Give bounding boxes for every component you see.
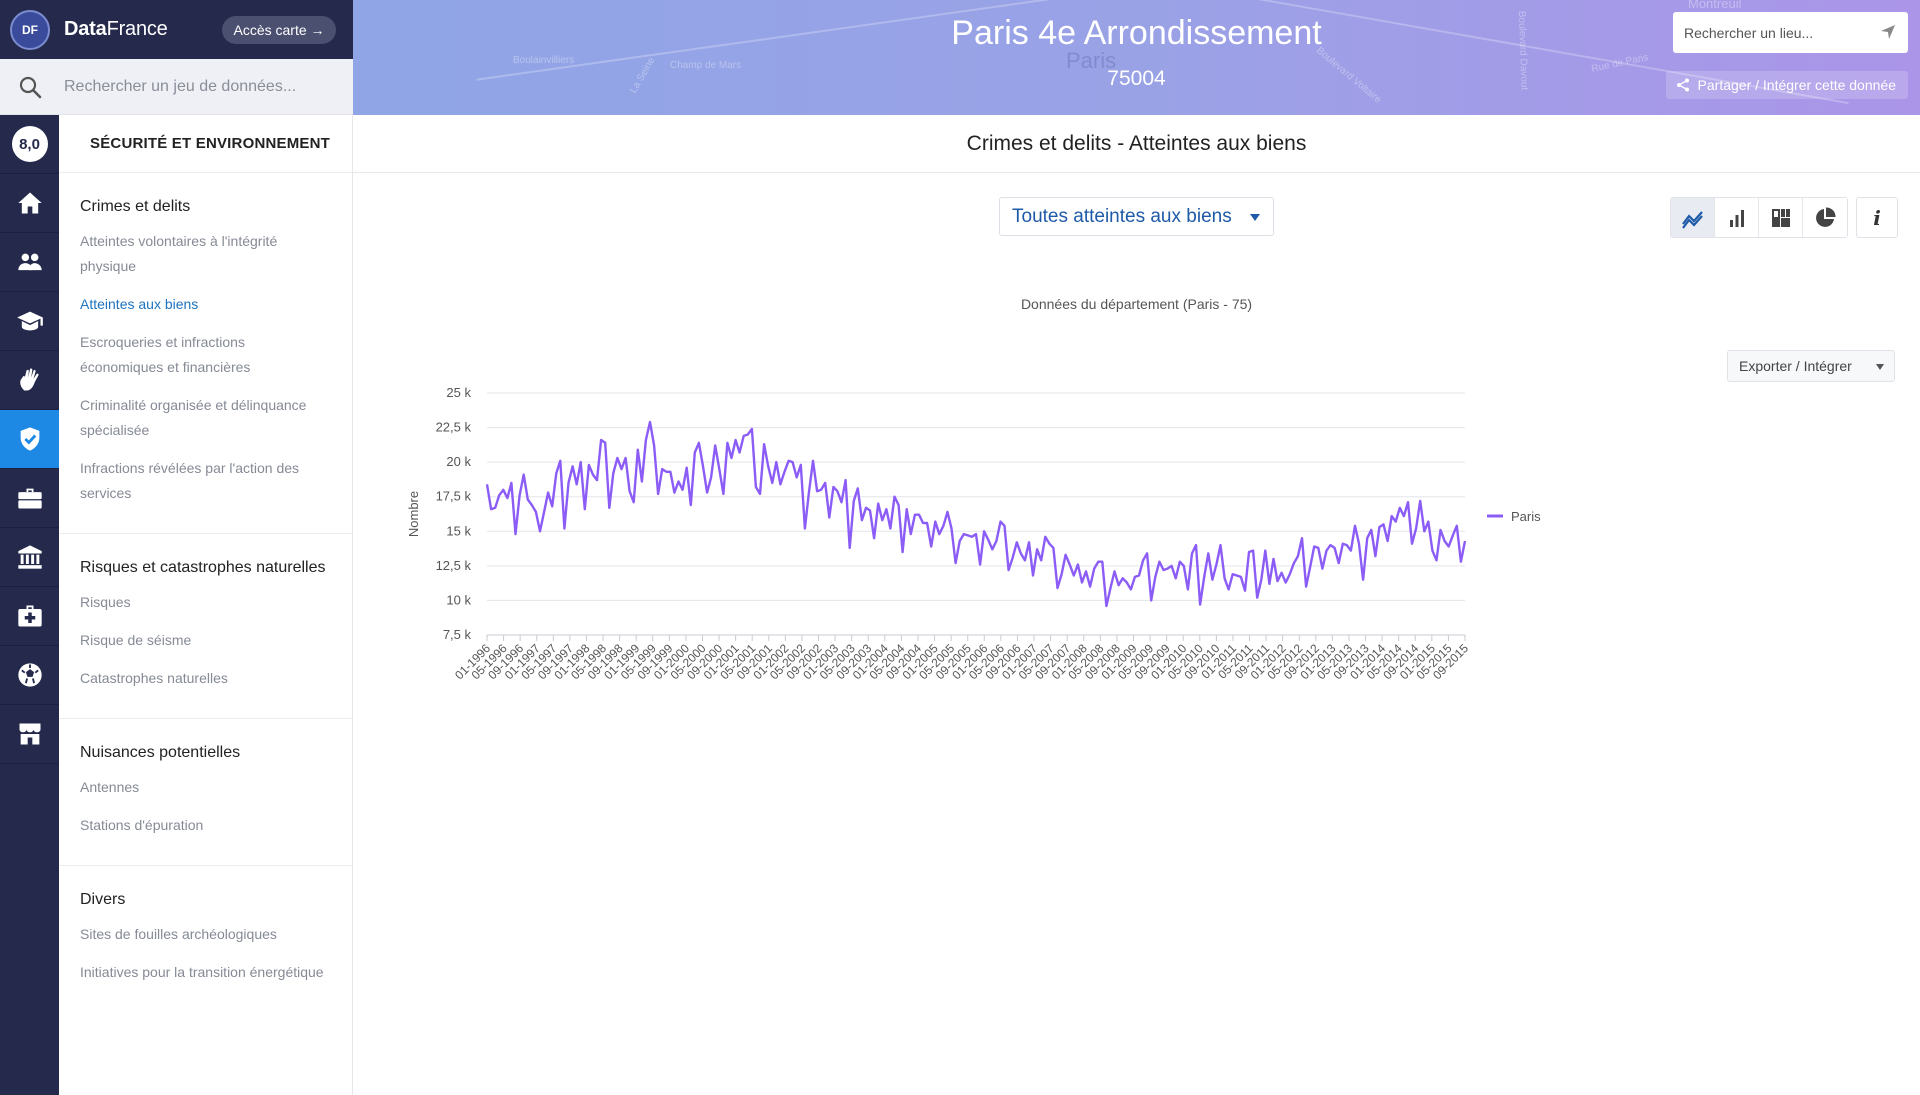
nav-item-fouilles[interactable]: Sites de fouilles archéologiques: [80, 922, 352, 947]
nav-item-risques[interactable]: Risques: [80, 590, 352, 615]
y-tick-label: 10 k: [446, 592, 471, 607]
brand-name[interactable]: DataFrance: [64, 18, 168, 41]
brand-name-rest: France: [106, 18, 168, 40]
app-root: DF DataFrance Accès carte → Rechercher u…: [0, 0, 1920, 1095]
home-icon: [17, 192, 42, 214]
nav-item-risque-seisme[interactable]: Risque de séisme: [80, 628, 352, 653]
rail-item-economy[interactable]: [0, 469, 59, 528]
rail-item-population[interactable]: [0, 233, 59, 292]
nav-group-crimes: Crimes et delits Atteintes volontaires à…: [59, 173, 352, 534]
info-button[interactable]: i: [1856, 197, 1898, 238]
y-tick-label: 20 k: [446, 454, 471, 469]
dataset-search[interactable]: Rechercher un jeu de données...: [0, 59, 353, 115]
rail-item-health[interactable]: [0, 587, 59, 646]
rail-item-security[interactable]: [0, 410, 59, 469]
nav-group-risques: Risques et catastrophes naturelles Risqu…: [59, 534, 352, 719]
brand-name-bold: Data: [64, 18, 107, 40]
dataset-select[interactable]: Toutes atteintes aux biens: [999, 197, 1274, 236]
nav-title: SÉCURITÉ ET ENVIRONNEMENT: [59, 115, 352, 173]
view-pie-button[interactable]: [1803, 198, 1847, 237]
people-icon: [17, 253, 42, 271]
nav-item-atteintes-biens[interactable]: Atteintes aux biens: [80, 292, 352, 317]
nav-item-antennes[interactable]: Antennes: [80, 775, 352, 800]
nav-item-stations-epuration[interactable]: Stations d'épuration: [80, 813, 352, 838]
nav-group-divers: Divers Sites de fouilles archéologiques …: [59, 866, 352, 1012]
export-label: Exporter / Intégrer: [1739, 358, 1852, 374]
logo[interactable]: DF: [10, 9, 50, 50]
share-icon: [1676, 78, 1689, 92]
y-tick-label: 25 k: [446, 385, 471, 400]
bar-chart-icon: [1729, 209, 1744, 227]
rail-item-leisure[interactable]: [0, 646, 59, 705]
chevron-down-icon: [1876, 364, 1884, 370]
y-tick-label: 15 k: [446, 523, 471, 538]
rail-item-education[interactable]: [0, 292, 59, 351]
rail-score[interactable]: 8,0: [0, 115, 59, 174]
category-nav: SÉCURITÉ ET ENVIRONNEMENT Crimes et deli…: [59, 115, 353, 1095]
dataset-select-value: Toutes atteintes aux biens: [1012, 205, 1232, 227]
y-tick-label: 7,5 k: [443, 627, 472, 642]
y-axis-title: Nombre: [406, 491, 421, 537]
line-chart-icon: [1681, 210, 1703, 229]
view-toggle-group: [1670, 197, 1848, 238]
share-label: Partager / Intégrer cette donnée: [1697, 77, 1896, 93]
nav-item-infractions-revelees[interactable]: Infractions révélées par l'action des se…: [80, 456, 352, 506]
nav-item-criminalite-organisee[interactable]: Criminalité organisée et délinquance spé…: [80, 393, 352, 443]
hand-icon: [19, 368, 39, 391]
y-tick-label: 12,5 k: [436, 558, 472, 573]
nav-item-escroqueries[interactable]: Escroqueries et infractions économiques …: [80, 330, 352, 380]
map-label: Montreuil: [1688, 0, 1742, 11]
place-search-placeholder: Rechercher un lieu...: [1684, 24, 1814, 41]
shop-icon: [19, 723, 40, 745]
graduation-cap-icon: [16, 311, 43, 331]
location-arrow-icon: [1881, 25, 1895, 39]
line-chart: 7,5 k 10 k 12,5 k 15 k 17,5 k 20 k 22,5 k 25 k N…: [406, 385, 1541, 682]
icon-rail: 8,0: [0, 115, 59, 1095]
pie-chart-icon: [1816, 206, 1836, 227]
section-title: Crimes et delits - Atteintes aux biens: [353, 115, 1920, 173]
view-line-button[interactable]: [1671, 198, 1715, 237]
soccer-ball-icon: [17, 663, 42, 687]
nav-item-catastrophes[interactable]: Catastrophes naturelles: [80, 666, 352, 691]
place-search-input[interactable]: Rechercher un lieu...: [1673, 12, 1908, 53]
shield-check-icon: [20, 427, 39, 451]
institution-icon: [17, 545, 42, 569]
rail-item-home[interactable]: [0, 174, 59, 233]
nav-item-transition-energetique[interactable]: Initiatives pour la transition énergétiq…: [80, 960, 352, 985]
nav-group-title[interactable]: Crimes et delits: [80, 195, 352, 219]
chevron-down-icon: [1250, 214, 1260, 221]
briefcase-icon: [17, 488, 42, 509]
map-label: Boulainvilliers: [513, 55, 575, 66]
rail-item-social[interactable]: [0, 351, 59, 410]
nav-group-title[interactable]: Risques et catastrophes naturelles: [80, 556, 352, 580]
treemap-icon: [1771, 208, 1790, 227]
medical-kit-icon: [17, 605, 42, 627]
dataset-search-placeholder: Rechercher un jeu de données...: [64, 77, 297, 95]
view-treemap-button[interactable]: [1759, 198, 1803, 237]
score-badge: 8,0: [11, 126, 48, 162]
rail-item-commerce[interactable]: [0, 705, 59, 764]
y-tick-label: 17,5 k: [436, 489, 472, 504]
y-tick-label: 22,5 k: [436, 420, 472, 435]
legend-label: Paris: [1511, 509, 1541, 524]
nav-group-title[interactable]: Nuisances potentielles: [80, 741, 352, 765]
export-button[interactable]: Exporter / Intégrer: [1727, 350, 1895, 382]
view-bar-button[interactable]: [1715, 198, 1759, 237]
series-line-paris: [485, 420, 1467, 608]
rail-item-institutions[interactable]: [0, 528, 59, 587]
share-button[interactable]: Partager / Intégrer cette donnée: [1665, 71, 1908, 99]
chart-title: Données du département (Paris - 75): [1020, 296, 1253, 312]
header-banner: Boulainvilliers La Seine Champ de Mars P…: [353, 0, 1920, 115]
nav-group-nuisances: Nuisances potentielles Antennes Stations…: [59, 719, 352, 866]
nav-group-title[interactable]: Divers: [80, 888, 352, 912]
search-icon: [19, 76, 42, 98]
nav-item-atteintes-integrite[interactable]: Atteintes volontaires à l'intégrité phys…: [80, 229, 352, 279]
brand-bar: DF DataFrance Accès carte →: [0, 0, 353, 59]
map-access-button[interactable]: Accès carte →: [222, 16, 336, 44]
